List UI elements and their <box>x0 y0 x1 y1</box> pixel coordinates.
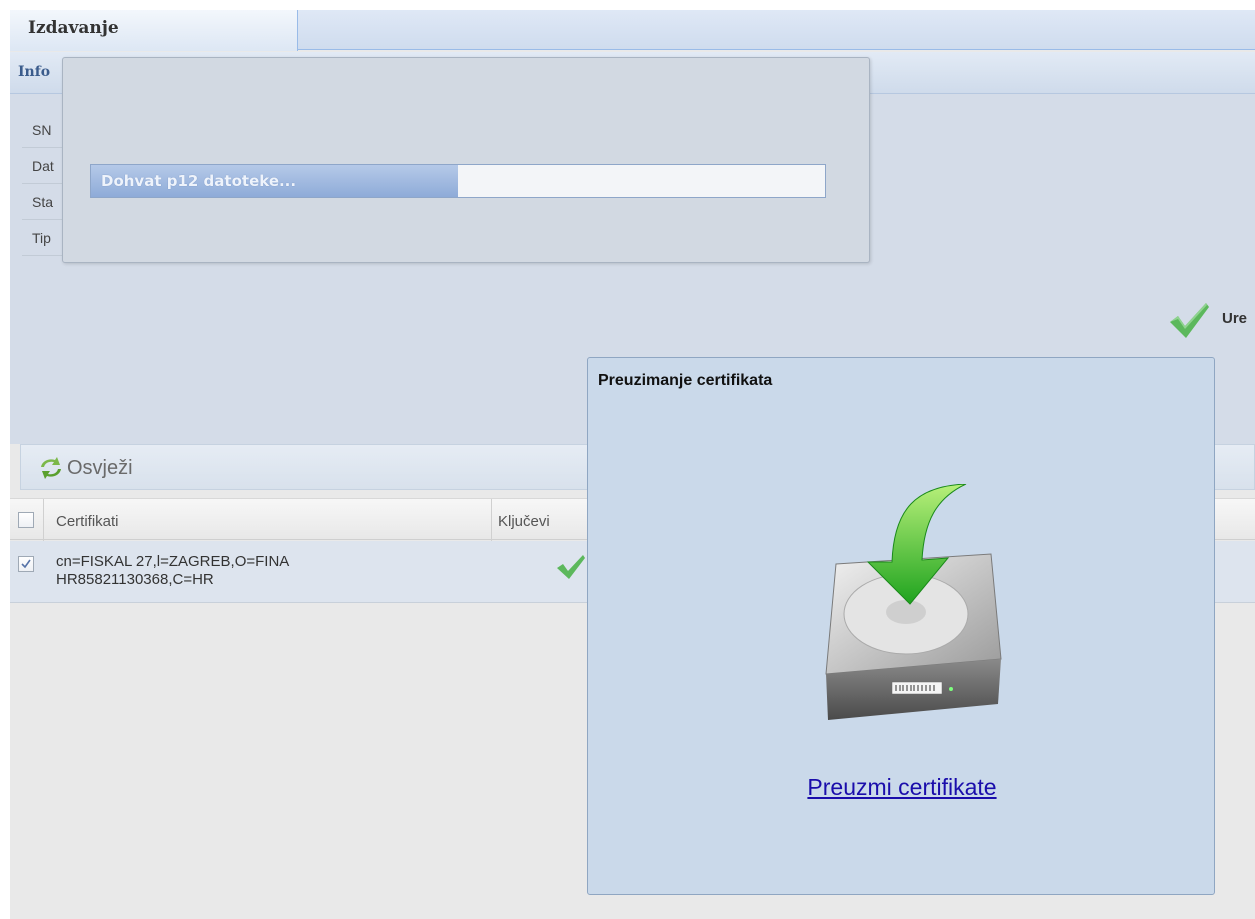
download-certificates-dialog: Preuzimanje certifikata Preuzmi certifik… <box>587 357 1215 895</box>
refresh-button-label: Osvježi <box>67 456 133 479</box>
dialog-title: Preuzimanje certifikata <box>598 372 773 389</box>
column-header-certifikati[interactable]: Certifikati <box>44 499 492 541</box>
progress-text: Dohvat p12 datoteke... <box>101 172 297 190</box>
refresh-icon <box>41 457 61 479</box>
checkmark-icon <box>21 559 31 569</box>
refresh-button[interactable]: Osvježi <box>37 455 133 481</box>
check-icon <box>557 555 585 579</box>
row-checkbox[interactable] <box>18 556 34 572</box>
check-icon <box>1170 303 1209 338</box>
tab-bar: Izdavanje <box>10 10 1255 51</box>
hard-drive-download-icon <box>825 484 1002 720</box>
download-certificates-link[interactable]: Preuzmi certifikate <box>588 774 1216 801</box>
app-window: Izdavanje Info SN Dat Sta Tip Ure Osvjež… <box>10 10 1255 919</box>
progress-bar: Dohvat p12 datoteke... <box>90 164 826 198</box>
progress-dialog: Dohvat p12 datoteke... <box>62 57 870 263</box>
certificate-cell: cn=FISKAL 27,l=ZAGREB,O=FINA HR858211303… <box>56 553 290 588</box>
select-all-cell <box>10 499 44 541</box>
info-panel-title: Info <box>18 64 51 80</box>
status-label: Ure <box>1222 310 1248 327</box>
tab-izdavanje[interactable]: Izdavanje <box>10 10 298 51</box>
select-all-checkbox[interactable] <box>18 512 34 528</box>
